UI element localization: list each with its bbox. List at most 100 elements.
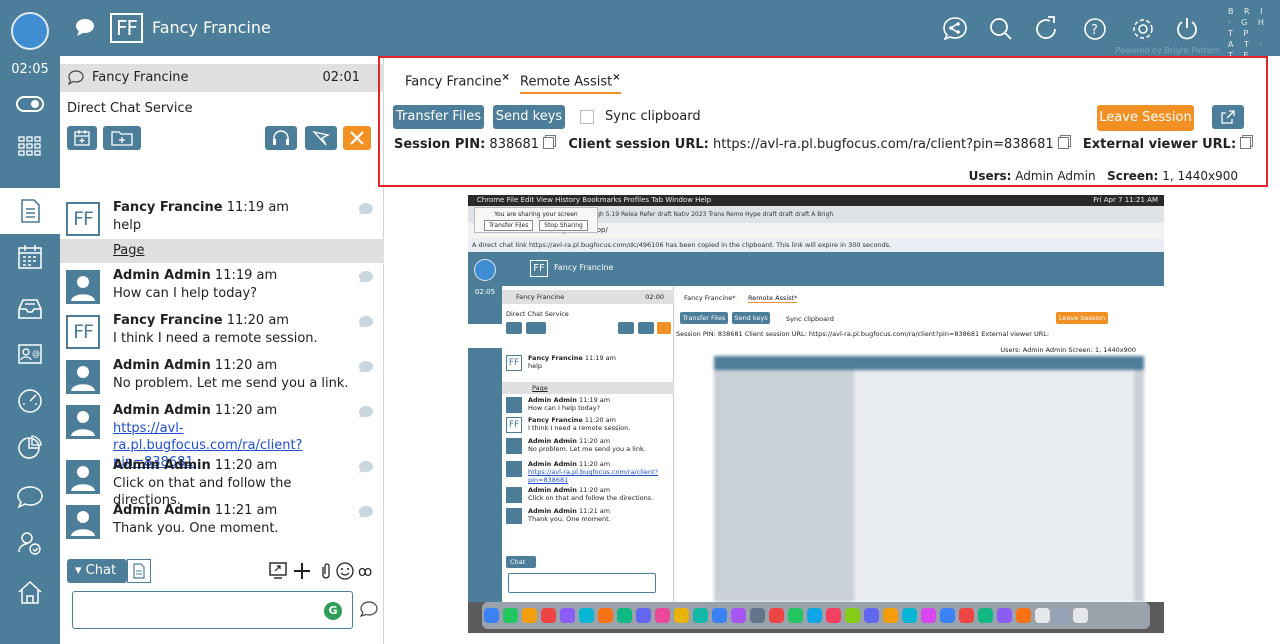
inner-tab-2-label: Remote Assist [748, 294, 795, 302]
inner-page-label: Page [532, 384, 548, 392]
shared-screen-view[interactable]: Chrome File Edit View History Bookmarks … [468, 195, 1164, 633]
inner-text: How can I help today? [528, 404, 601, 412]
message-text: How can I help today? [113, 286, 258, 301]
document-icon[interactable] [127, 559, 151, 583]
tab-close-icon[interactable]: × [502, 72, 510, 83]
schedule-button[interactable] [67, 126, 97, 150]
inner-text: Thank you. One moment. [528, 515, 611, 523]
quote-icon: ꝏ [358, 564, 372, 580]
headset-button[interactable] [265, 126, 297, 150]
agent-avatar [66, 270, 100, 304]
dock-app-icon [503, 608, 518, 623]
user-check-icon[interactable] [0, 520, 60, 566]
tab-fancy-francine[interactable]: Fancy Francine× [405, 72, 510, 89]
inner-author: Admin Admin 11:20 am [528, 437, 610, 445]
inner-tab-2: Remote Assist* [748, 294, 798, 303]
help-icon[interactable]: ? [1082, 16, 1108, 42]
toggle-icon[interactable] [0, 81, 60, 127]
message-time: 11:20 am [226, 313, 289, 328]
left-rail: 02:05 @ [0, 0, 60, 644]
directory-icon[interactable]: @ [0, 332, 60, 378]
author-name: Fancy Francine [113, 200, 223, 215]
refresh-icon[interactable] [1034, 16, 1060, 42]
inner-author-name: Admin Admin [528, 507, 577, 515]
close-interaction-button[interactable] [343, 126, 371, 150]
chat-tab[interactable]: ▾ Chat [67, 559, 127, 583]
inner-conv-name: Fancy Francine [516, 293, 565, 301]
menu-bar-text: Chrome File Edit View History Bookmarks … [476, 196, 712, 204]
top-header: FF Fancy Francine ? B R I · G H T P A T … [60, 0, 1280, 71]
service-name: Direct Chat Service [67, 101, 193, 116]
conversation-timer: 02:01 [322, 70, 360, 85]
calendar-icon[interactable] [0, 234, 60, 280]
share-screen-icon[interactable] [942, 16, 968, 42]
message-input[interactable] [72, 591, 353, 629]
delivered-icon [358, 202, 374, 220]
interaction-history-icon[interactable] [0, 188, 60, 234]
dialpad-icon[interactable] [0, 125, 60, 171]
dock-app-icon [1016, 608, 1031, 623]
dock-app-icon [579, 608, 594, 623]
inner-agent-avatar [506, 438, 522, 454]
conversation-header[interactable]: Fancy Francine 02:01 [60, 64, 384, 92]
inner-leave-btn: Leave Session [1056, 312, 1108, 324]
dashboard-gauge-icon[interactable] [0, 378, 60, 424]
dock-app-icon [826, 608, 841, 623]
tab-label: Remote Assist [520, 74, 613, 90]
power-icon[interactable] [1174, 16, 1200, 42]
dock-app-icon [655, 608, 670, 623]
inner-close-btn [657, 322, 671, 334]
search-icon[interactable] [988, 16, 1014, 42]
chat-bubble-icon[interactable] [0, 474, 60, 520]
dock-app-icon [598, 608, 613, 623]
dock-app-icon [978, 608, 993, 623]
inbox-icon[interactable] [0, 286, 60, 332]
gear-icon[interactable] [1130, 16, 1156, 42]
external-url-label: External viewer URL: [1082, 137, 1237, 152]
powered-by: Powered by Bright Pattern [1115, 46, 1220, 55]
message-time: 11:21 am [214, 503, 278, 518]
chat-bubble-icon [67, 70, 84, 89]
message-author: Admin Admin 11:21 am [113, 503, 277, 518]
inner-tab-1: Fancy Francine* [684, 294, 736, 302]
customer-avatar: FF [66, 202, 100, 236]
add-folder-button[interactable] [103, 126, 141, 150]
chat-icon [74, 16, 96, 42]
inner-page-sep: Page [502, 382, 674, 394]
agent-avatar [66, 460, 100, 494]
flag-button[interactable] [305, 126, 337, 150]
copy-pin-icon[interactable] [543, 137, 555, 149]
send-icon[interactable] [359, 600, 379, 622]
svg-text:@: @ [32, 349, 40, 358]
message-input-field[interactable] [73, 592, 352, 628]
inner-text: Click on that and follow the directions. [528, 494, 654, 502]
home-icon[interactable] [0, 570, 60, 616]
dock-app-icon [541, 608, 556, 623]
inner-time: 11:21 am [578, 507, 611, 515]
copy-external-icon[interactable] [1240, 137, 1252, 149]
dock-app-icon [1073, 608, 1088, 623]
dock-app-icon [902, 608, 917, 623]
popout-button[interactable] [1212, 105, 1244, 129]
grammar-icon[interactable]: G [324, 602, 342, 620]
reports-pie-icon[interactable] [0, 424, 60, 470]
send-keys-button[interactable]: Send keys [493, 105, 565, 129]
inner-author: Admin Admin 11:21 am [528, 507, 610, 515]
dock-app-icon [674, 608, 689, 623]
sync-clipboard-checkbox[interactable] [580, 110, 594, 124]
tab-close-icon[interactable]: × [612, 72, 620, 83]
inner-text: No problem. Let me send you a link. [528, 445, 646, 453]
transfer-files-button[interactable]: Transfer Files [393, 105, 484, 129]
leave-session-button[interactable]: Leave Session [1097, 105, 1194, 131]
conversation-panel: Fancy Francine 02:01 Direct Chat Service… [60, 56, 384, 644]
inner-composer [508, 573, 656, 593]
users-value: Admin Admin [1015, 169, 1096, 183]
message-text: I think I need a remote session. [113, 331, 318, 346]
copy-url-icon[interactable] [1057, 137, 1069, 149]
dock-app-icon [807, 608, 822, 623]
message-time: 11:20 am [214, 403, 278, 418]
session-pin-label: Session PIN: [394, 137, 486, 152]
mac-dock [482, 602, 1150, 629]
agent-status-indicator[interactable] [11, 12, 49, 50]
tab-remote-assist[interactable]: Remote Assist× [520, 72, 621, 95]
